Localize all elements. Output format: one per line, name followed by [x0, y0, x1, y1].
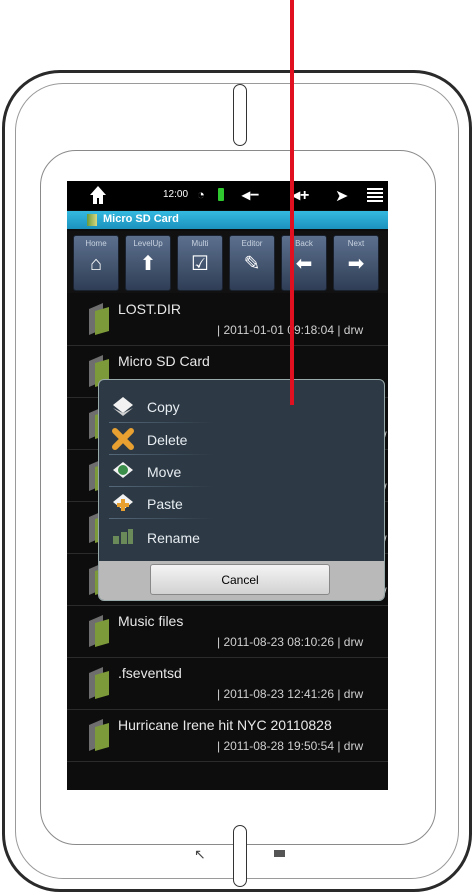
level-up-icon: ⬆ — [139, 253, 157, 275]
file-meta: | 2011-08-23 08:10:26 | drw — [217, 635, 364, 649]
menu-divider — [109, 454, 214, 455]
copy-icon — [113, 397, 133, 416]
paste-menu-item[interactable]: Paste — [109, 488, 309, 518]
next-button[interactable]: Next ➡ — [333, 235, 379, 291]
battery-icon — [218, 188, 224, 201]
file-name: LOST.DIR — [118, 301, 182, 317]
home-icon: ⌂ — [89, 253, 103, 275]
top-speaker-slot — [233, 84, 247, 146]
next-button-label: Next — [347, 239, 365, 248]
menu-divider — [109, 518, 214, 519]
editor-button-label: Editor — [241, 239, 263, 248]
levelup-button-label: LevelUp — [133, 239, 163, 248]
wifi-icon: ◔ — [197, 187, 205, 202]
list-item[interactable]: .fseventsd | 2011-08-23 12:41:26 | drw — [67, 657, 388, 710]
rename-icon — [113, 529, 133, 544]
folder-icon — [89, 719, 109, 751]
file-name: Hurricane Irene hit NYC 20110828 — [118, 717, 332, 733]
levelup-button[interactable]: LevelUp ⬆ — [125, 235, 171, 291]
folder-icon — [89, 667, 109, 699]
back-button-label: Back — [295, 239, 313, 248]
menu-divider — [109, 486, 214, 487]
rename-menu-item[interactable]: Rename — [109, 522, 309, 552]
home-button[interactable]: Home ⌂ — [73, 235, 119, 291]
editor-button[interactable]: Editor ✎ — [229, 235, 275, 291]
delete-label: Delete — [147, 432, 188, 448]
menu-divider — [109, 422, 214, 423]
folder-icon — [89, 303, 109, 335]
back-button[interactable]: Back ⬅ — [281, 235, 327, 291]
hardware-menu-icon[interactable] — [274, 850, 285, 857]
arrow-left-icon: ⬅ — [295, 253, 313, 275]
folder-icon — [87, 214, 97, 226]
volume-up-icon[interactable]: ◂+ — [292, 185, 309, 205]
title-bar: Micro SD Card — [67, 211, 388, 229]
list-item[interactable]: Hurricane Irene hit NYC 20110828 | 2011-… — [67, 709, 388, 762]
list-item[interactable]: Music files | 2011-08-23 08:10:26 | drw — [67, 605, 388, 658]
cancel-button[interactable]: Cancel — [150, 564, 330, 595]
file-name: Music files — [118, 613, 184, 629]
volume-down-icon[interactable]: ◂− — [242, 185, 259, 205]
bottom-speaker-slot — [233, 825, 247, 887]
home-button-label: Home — [85, 239, 107, 248]
copy-label: Copy — [147, 399, 180, 415]
hardware-back-icon[interactable]: ↖ — [194, 846, 206, 863]
delete-icon — [112, 428, 134, 450]
status-bar: 12:00 ◔ ◂− ◂+ ➤ — [67, 181, 388, 210]
menu-icon[interactable] — [367, 188, 383, 202]
home-icon[interactable] — [89, 185, 107, 205]
multi-button-label: Multi — [191, 239, 209, 248]
multi-button[interactable]: Multi ☑ — [177, 235, 223, 291]
delete-menu-item[interactable]: Delete — [109, 424, 309, 454]
copy-menu-item[interactable]: Copy — [109, 391, 309, 421]
list-item[interactable]: LOST.DIR | 2011-01-01 09:18:04 | drw — [67, 293, 388, 346]
clock: 12:00 — [163, 189, 189, 200]
file-meta: | 2011-08-28 19:50:54 | drw — [217, 739, 364, 753]
move-label: Move — [147, 464, 182, 480]
move-menu-item[interactable]: Move — [109, 456, 309, 486]
paste-icon — [113, 494, 133, 511]
rename-label: Rename — [147, 530, 200, 546]
file-name: .fseventsd — [118, 665, 182, 681]
context-menu-dialog: Copy Delete Move Paste Rename Cancel — [98, 379, 385, 601]
paste-label: Paste — [147, 496, 183, 512]
back-icon[interactable]: ➤ — [335, 186, 348, 206]
file-name: Micro SD Card — [118, 353, 210, 369]
folder-icon — [89, 615, 109, 647]
toolbar: Home ⌂ LevelUp ⬆ Multi ☑ Editor ✎ Back ⬅… — [67, 231, 388, 293]
dialog-footer: Cancel — [99, 561, 384, 600]
pointer-line — [290, 0, 294, 405]
arrow-right-icon: ➡ — [347, 253, 365, 275]
move-icon — [113, 462, 133, 478]
current-path: Micro SD Card — [103, 213, 179, 225]
checkbox-icon: ☑ — [191, 253, 209, 275]
pencil-icon: ✎ — [243, 253, 261, 275]
file-meta: | 2011-08-23 12:41:26 | drw — [217, 687, 364, 701]
